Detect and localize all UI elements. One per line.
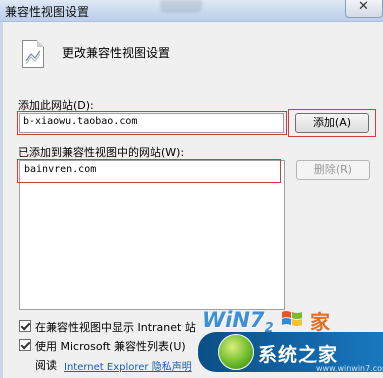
add-button[interactable]: 添加(A)	[295, 113, 369, 133]
watermark-smudge	[160, 0, 202, 13]
list-item-highlight-box	[17, 159, 281, 183]
added-sites-label: 已添加到兼容性视图中的网站(W):	[18, 146, 185, 159]
privacy-link[interactable]: Internet Explorer 隐私声明	[64, 358, 192, 373]
show-intranet-label: 在兼容性视图中显示 Intranet 站	[35, 321, 196, 334]
watermark-name: 系统之家	[258, 344, 339, 366]
use-ms-list-label: 使用 Microsoft 兼容性列表(U)	[35, 340, 186, 353]
show-intranet-checkbox[interactable]	[19, 320, 31, 332]
home-logo-glyph: 家	[310, 310, 330, 334]
document-icon	[22, 40, 44, 68]
watermark-logo: WiN72 家 系统之家 www.winwin7.com	[198, 304, 383, 378]
windows-flag-icon	[282, 311, 302, 326]
watermark-url: www.winwin7.com	[316, 364, 383, 373]
window-left-border	[0, 22, 3, 378]
close-button[interactable]: ✕	[345, 0, 383, 18]
page-heading: 更改兼容性视图设置	[62, 46, 171, 60]
document-mountain-icon	[25, 50, 41, 65]
window-title: 兼容性视图设置	[5, 5, 90, 19]
close-icon: ✕	[358, 0, 369, 14]
read-prefix: 阅读	[35, 359, 57, 372]
title-bar: 兼容性视图设置 ✕	[0, 0, 383, 22]
remove-button[interactable]: 删除(R)	[296, 160, 370, 180]
input-highlight-box	[17, 111, 287, 135]
use-ms-list-checkbox[interactable]	[19, 339, 31, 351]
globe-icon	[218, 334, 254, 370]
